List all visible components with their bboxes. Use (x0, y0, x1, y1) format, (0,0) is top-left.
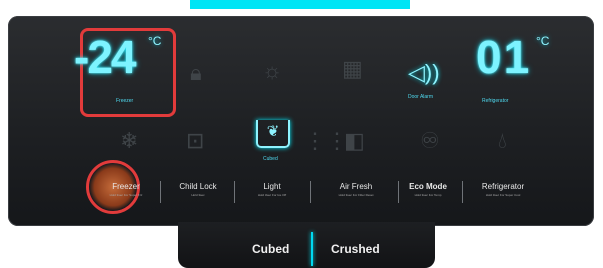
eco-mode-button-sub: Hold 3sec For Temp (414, 193, 442, 197)
refrigerator-button[interactable]: Refrigerator Hold 3sec For Super Cool (470, 182, 536, 204)
highlight-banner (190, 0, 410, 9)
freezer-button-sub: Hold 3sec For Super Frz (109, 193, 143, 197)
refrigerator-button-sub: Hold 3sec For Super Cool (485, 193, 521, 197)
divider (160, 181, 161, 203)
light-button-label: Light (263, 182, 281, 191)
door-alarm-label: Door Alarm (408, 94, 434, 100)
freezer-button-label: Freezer (112, 182, 140, 191)
water-icon: ◧ (344, 128, 365, 153)
cubed-indicator-label: Cubed (263, 156, 278, 162)
child-lock-button-label: Child Lock (179, 182, 217, 191)
air-fresh-button-sub: Hold 3sec For Filter Reset (338, 193, 374, 197)
eco-mode-button[interactable]: Eco Mode Hold 3sec For Temp (404, 182, 452, 204)
lock-icon: 🔒︎ (190, 60, 202, 85)
refrigerator-temperature: 01 (476, 31, 532, 83)
ice-cubed-icon: ❦ (256, 120, 290, 148)
air-fresh-button[interactable]: Air Fresh Hold 3sec For Filter Reset (322, 182, 390, 204)
drop-icon: 💧︎ (498, 128, 507, 153)
divider (234, 181, 235, 203)
divider (462, 181, 463, 203)
freezer-button[interactable]: Freezer Hold 3sec For Super Frz (96, 182, 156, 204)
freezer-unit: °C (148, 34, 162, 48)
freezer-temperature: -24 (74, 31, 137, 83)
light-button[interactable]: Light Hold 3sec For Ice Off (244, 182, 300, 204)
super-freeze-icon: ⊡ (186, 128, 205, 153)
ice-mode-divider (311, 232, 313, 266)
divider (310, 181, 311, 203)
snowflake-icon: ❄ (120, 128, 139, 153)
cubed-mode-button[interactable]: Cubed (252, 242, 289, 256)
light-bulb-icon: ☼ (262, 58, 283, 83)
filter-icon: ▦ (342, 56, 363, 81)
crushed-ice-icon: ⋮⋮ (304, 128, 348, 153)
speaker-icon: ◁︎)) (408, 60, 440, 85)
refrigerator-unit: °C (536, 34, 550, 48)
eco-mode-button-label: Eco Mode (409, 182, 447, 191)
refrigerator-label: Refrigerator (482, 98, 509, 104)
refrigerator-button-label: Refrigerator (481, 182, 525, 191)
freezer-label: Freezer (116, 98, 134, 104)
child-lock-button[interactable]: Child Lock Hold 3sec (168, 182, 228, 204)
air-fresh-button-label: Air Fresh (339, 182, 373, 191)
divider (398, 181, 399, 203)
ice-mode-tab (178, 222, 435, 268)
eco-icon: ♾ (420, 128, 440, 153)
light-button-sub: Hold 3sec For Ice Off (257, 193, 287, 197)
crushed-mode-button[interactable]: Crushed (331, 242, 380, 256)
child-lock-button-sub: Hold 3sec (191, 193, 205, 197)
